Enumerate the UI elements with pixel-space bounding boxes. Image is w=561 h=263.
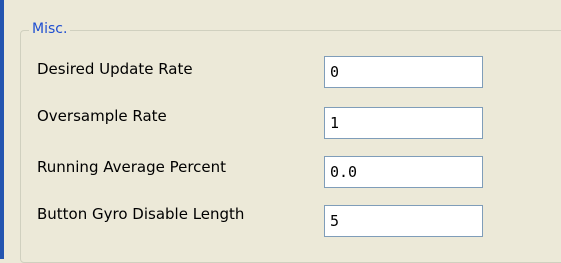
- button-gyro-disable-length-label: Button Gyro Disable Length: [37, 205, 245, 223]
- running-average-percent-label: Running Average Percent: [37, 158, 227, 176]
- desired-update-rate-input[interactable]: [324, 56, 483, 88]
- oversample-rate-label: Oversample Rate: [37, 107, 167, 125]
- left-accent-bar: [0, 0, 4, 259]
- misc-group-title: Misc.: [29, 21, 71, 38]
- button-gyro-disable-length-input[interactable]: [324, 205, 483, 237]
- oversample-rate-input[interactable]: [324, 107, 483, 139]
- desired-update-rate-label: Desired Update Rate: [37, 60, 193, 78]
- running-average-percent-input[interactable]: [324, 156, 483, 188]
